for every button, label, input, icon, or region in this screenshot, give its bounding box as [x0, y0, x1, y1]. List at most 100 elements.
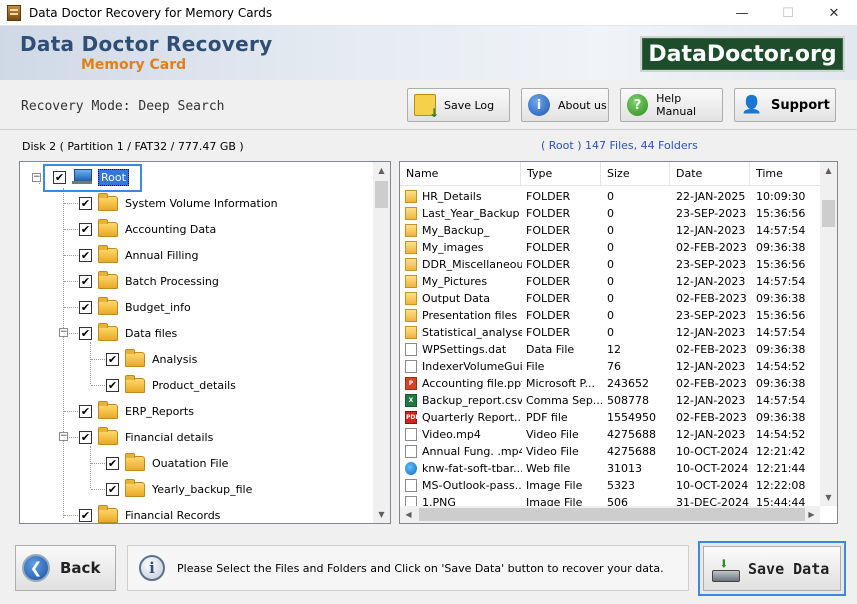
table-row[interactable]: HR_Details FOLDER 0 22-JAN-2025 10:09:30 — [400, 188, 820, 205]
table-row[interactable]: Video.mp4 Video File 4275688 12-JAN-2023 14:… — [400, 426, 820, 443]
table-row[interactable]: Last_Year_Backup FOLDER 0 23-SEP-2023 15:36:… — [400, 205, 820, 222]
list-horizontal-scrollbar[interactable]: ◀ ▶ — [400, 506, 820, 523]
cell-date: 22-JAN-2025 — [676, 190, 746, 203]
collapse-icon[interactable]: − — [32, 173, 41, 182]
file-list[interactable]: Name Type Size Date Time HR_Details FOLDE… — [399, 161, 838, 524]
tree-item[interactable]: ✔ ERP_Reports — [79, 400, 194, 421]
scroll-down-icon[interactable]: ▼ — [820, 489, 837, 506]
folder-icon — [405, 292, 417, 305]
tree-item[interactable]: ✔ Data files — [79, 322, 177, 343]
tree-item-checkbox[interactable]: ✔ — [79, 404, 92, 418]
root-checkbox[interactable]: ✔ — [53, 170, 66, 184]
tree-item[interactable]: ✔ Budget_info — [79, 296, 191, 317]
folder-icon — [405, 309, 417, 322]
scroll-thumb[interactable] — [375, 181, 388, 208]
table-row[interactable]: Annual Fung. .mp4 Video File 4275688 10-OCT… — [400, 443, 820, 460]
back-button[interactable]: ❮ Back — [15, 545, 116, 591]
cell-type: Microsoft P... — [526, 377, 595, 390]
tree-item-checkbox[interactable]: ✔ — [79, 300, 92, 314]
tree-item-checkbox[interactable]: ✔ — [106, 378, 119, 392]
collapse-icon[interactable]: − — [59, 432, 68, 441]
maximize-button[interactable]: ☐ — [765, 0, 811, 26]
file-name: Output Data — [422, 292, 490, 305]
cell-date: 02-FEB-2023 — [676, 411, 747, 424]
tree-item[interactable]: ✔ Financial Records — [79, 504, 220, 523]
collapse-icon[interactable]: − — [59, 328, 68, 337]
table-row[interactable]: Presentation files FOLDER 0 23-SEP-2023 15:3… — [400, 307, 820, 324]
cell-size: 243652 — [607, 377, 649, 390]
tree-item[interactable]: ✔ Annual Filling — [79, 244, 198, 265]
file-icon — [405, 428, 417, 441]
tree-item[interactable]: ✔ Batch Processing — [79, 270, 219, 291]
about-us-button[interactable]: i About us — [521, 88, 609, 122]
cell-type: Web file — [526, 462, 571, 475]
csv-icon: X — [405, 394, 417, 407]
tree-item[interactable]: ✔ Analysis — [106, 348, 197, 369]
column-type[interactable]: Type — [521, 162, 601, 186]
tree-item-checkbox[interactable]: ✔ — [79, 326, 92, 340]
minimize-button[interactable]: — — [719, 0, 765, 26]
column-name[interactable]: Name — [400, 162, 521, 186]
table-row[interactable]: PDF Quarterly Report... PDF file 1554950 02-… — [400, 409, 820, 426]
save-data-button[interactable]: Save Data — [698, 541, 846, 596]
table-row[interactable]: P Accounting file.ppt Microsoft P... 243652… — [400, 375, 820, 392]
tree-item-checkbox[interactable]: ✔ — [79, 508, 92, 522]
close-button[interactable]: ✕ — [811, 0, 857, 26]
tree-item[interactable]: ✔ System Volume Information — [79, 192, 278, 213]
tree-item-root[interactable]: ✔ Root — [53, 167, 129, 187]
table-row[interactable]: knw-fat-soft-tbar... Web file 31013 10-OCT-… — [400, 460, 820, 477]
tree-item-checkbox[interactable]: ✔ — [106, 352, 119, 366]
scroll-right-icon[interactable]: ▶ — [803, 506, 820, 523]
cell-type: FOLDER — [526, 190, 571, 203]
tree-item-checkbox[interactable]: ✔ — [79, 222, 92, 236]
table-row[interactable]: Output Data FOLDER 0 02-FEB-2023 09:36:38 — [400, 290, 820, 307]
scroll-up-icon[interactable]: ▲ — [820, 162, 837, 179]
list-vertical-scrollbar[interactable]: ▲ ▼ — [820, 162, 837, 506]
cell-date: 23-SEP-2023 — [676, 258, 747, 271]
folder-icon — [405, 326, 417, 339]
tree-scrollbar[interactable]: ▲ ▼ — [373, 162, 390, 523]
cell-size: 0 — [607, 224, 614, 237]
tree-item[interactable]: ✔ Product_details — [106, 374, 236, 395]
tree-item-checkbox[interactable]: ✔ — [79, 430, 92, 444]
scroll-up-icon[interactable]: ▲ — [373, 162, 390, 179]
folder-tree[interactable]: − ✔ Root ✔ System Volume Information ✔ Acco… — [19, 161, 391, 524]
scroll-down-icon[interactable]: ▼ — [373, 506, 390, 523]
tree-item-checkbox[interactable]: ✔ — [106, 482, 119, 496]
table-row[interactable]: My_images FOLDER 0 02-FEB-2023 09:36:38 — [400, 239, 820, 256]
table-row[interactable]: IndexerVolumeGuid File 76 12-JAN-2023 14:54:… — [400, 358, 820, 375]
table-row[interactable]: WPSettings.dat Data File 12 02-FEB-2023 09:3… — [400, 341, 820, 358]
support-label: Support — [771, 97, 830, 113]
column-date[interactable]: Date — [670, 162, 750, 186]
datadoctor-logo: DataDoctor.org — [640, 36, 845, 72]
tree-item[interactable]: ✔ Yearly_backup_file — [106, 478, 252, 499]
cell-name: PDF Quarterly Report... — [405, 409, 522, 426]
tree-item[interactable]: ✔ Accounting Data — [79, 218, 216, 239]
tree-item-checkbox[interactable]: ✔ — [106, 456, 119, 470]
help-manual-button[interactable]: ? Help Manual — [620, 88, 723, 122]
tree-item-checkbox[interactable]: ✔ — [79, 196, 92, 210]
file-name: Quarterly Report... — [422, 411, 522, 424]
table-row[interactable]: X Backup_report.csv Comma Sep... 508778 12-J… — [400, 392, 820, 409]
save-log-button[interactable]: Save Log — [407, 88, 510, 122]
tree-item-checkbox[interactable]: ✔ — [79, 274, 92, 288]
file-name: Video.mp4 — [422, 428, 481, 441]
cell-size: 0 — [607, 326, 614, 339]
tree-item-checkbox[interactable]: ✔ — [79, 248, 92, 262]
column-size[interactable]: Size — [601, 162, 670, 186]
column-time[interactable]: Time — [750, 162, 820, 186]
file-name: My_Pictures — [422, 275, 488, 288]
table-row[interactable]: My_Pictures FOLDER 0 12-JAN-2023 14:57:54 — [400, 273, 820, 290]
support-button[interactable]: 👤 Support — [734, 88, 836, 122]
save-data-inner[interactable]: Save Data — [703, 546, 841, 591]
table-row[interactable]: DDR_Miscellaneous FOLDER 0 23-SEP-2023 15:36… — [400, 256, 820, 273]
cell-time: 14:57:54 — [756, 326, 806, 339]
tree-item[interactable]: ✔ Financial details — [79, 426, 213, 447]
table-row[interactable]: Statistical_analyses FOLDER 0 12-JAN-2023 14… — [400, 324, 820, 341]
scroll-thumb[interactable] — [419, 508, 805, 521]
tree-item[interactable]: ✔ Ouatation File — [106, 452, 228, 473]
scroll-left-icon[interactable]: ◀ — [400, 506, 417, 523]
scroll-thumb[interactable] — [822, 200, 835, 227]
table-row[interactable]: My_Backup_ FOLDER 0 12-JAN-2023 14:57:54 — [400, 222, 820, 239]
table-row[interactable]: MS-Outlook-pass... Image File 5323 10-OCT-2… — [400, 477, 820, 494]
